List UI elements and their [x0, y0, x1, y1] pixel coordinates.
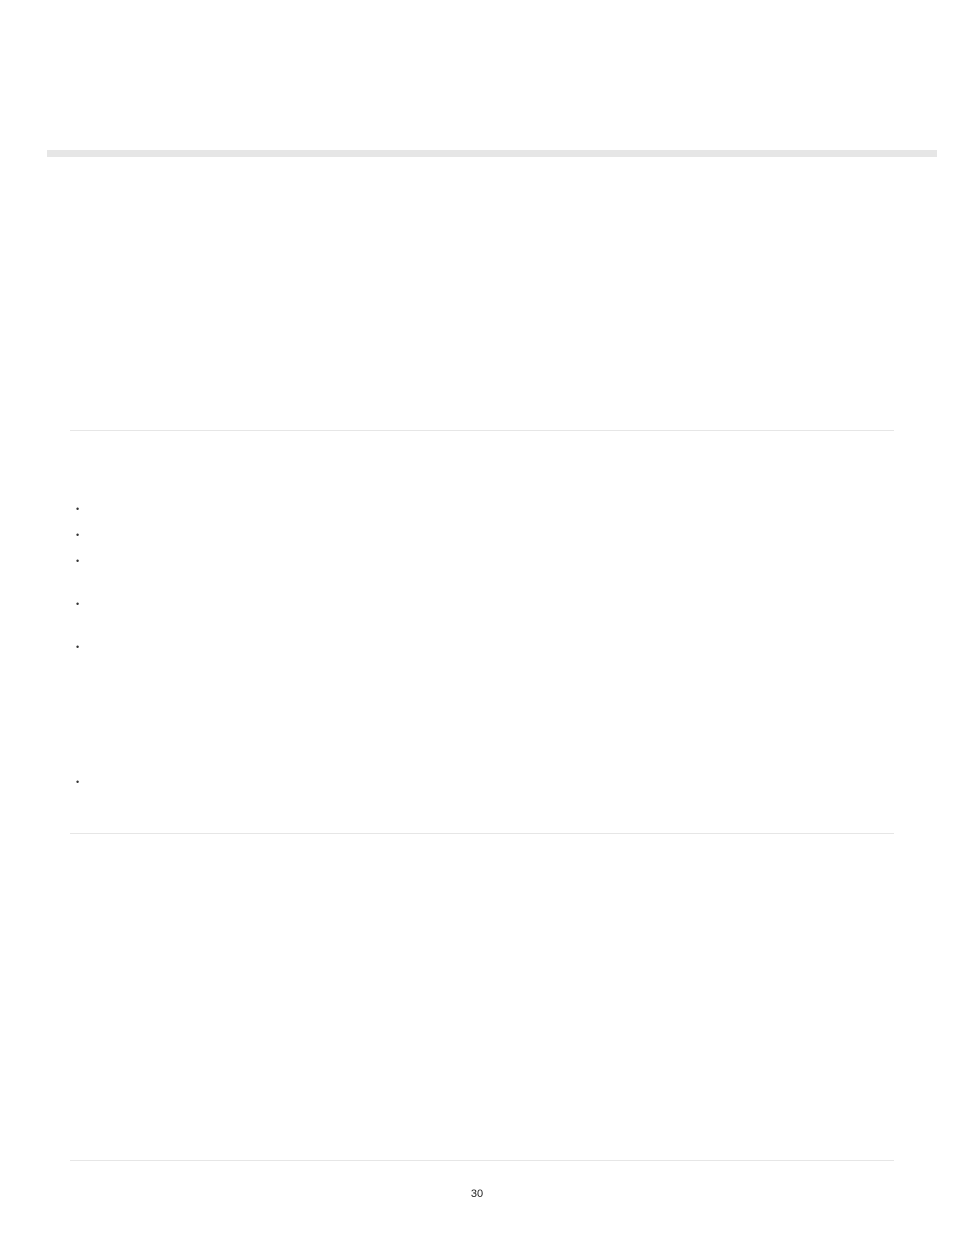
bullet-icon: • — [76, 505, 79, 514]
page-number: 30 — [0, 1188, 954, 1200]
horizontal-rule — [70, 430, 894, 431]
bullet-icon: • — [76, 600, 79, 609]
bullet-icon: • — [76, 557, 79, 566]
bullet-icon: • — [76, 643, 79, 652]
bullet-icon: • — [76, 778, 79, 787]
header-bar — [47, 150, 937, 157]
document-page: • • • • • • 30 — [0, 0, 954, 1235]
horizontal-rule — [70, 833, 894, 834]
bullet-icon: • — [76, 531, 79, 540]
horizontal-rule — [70, 1160, 894, 1161]
